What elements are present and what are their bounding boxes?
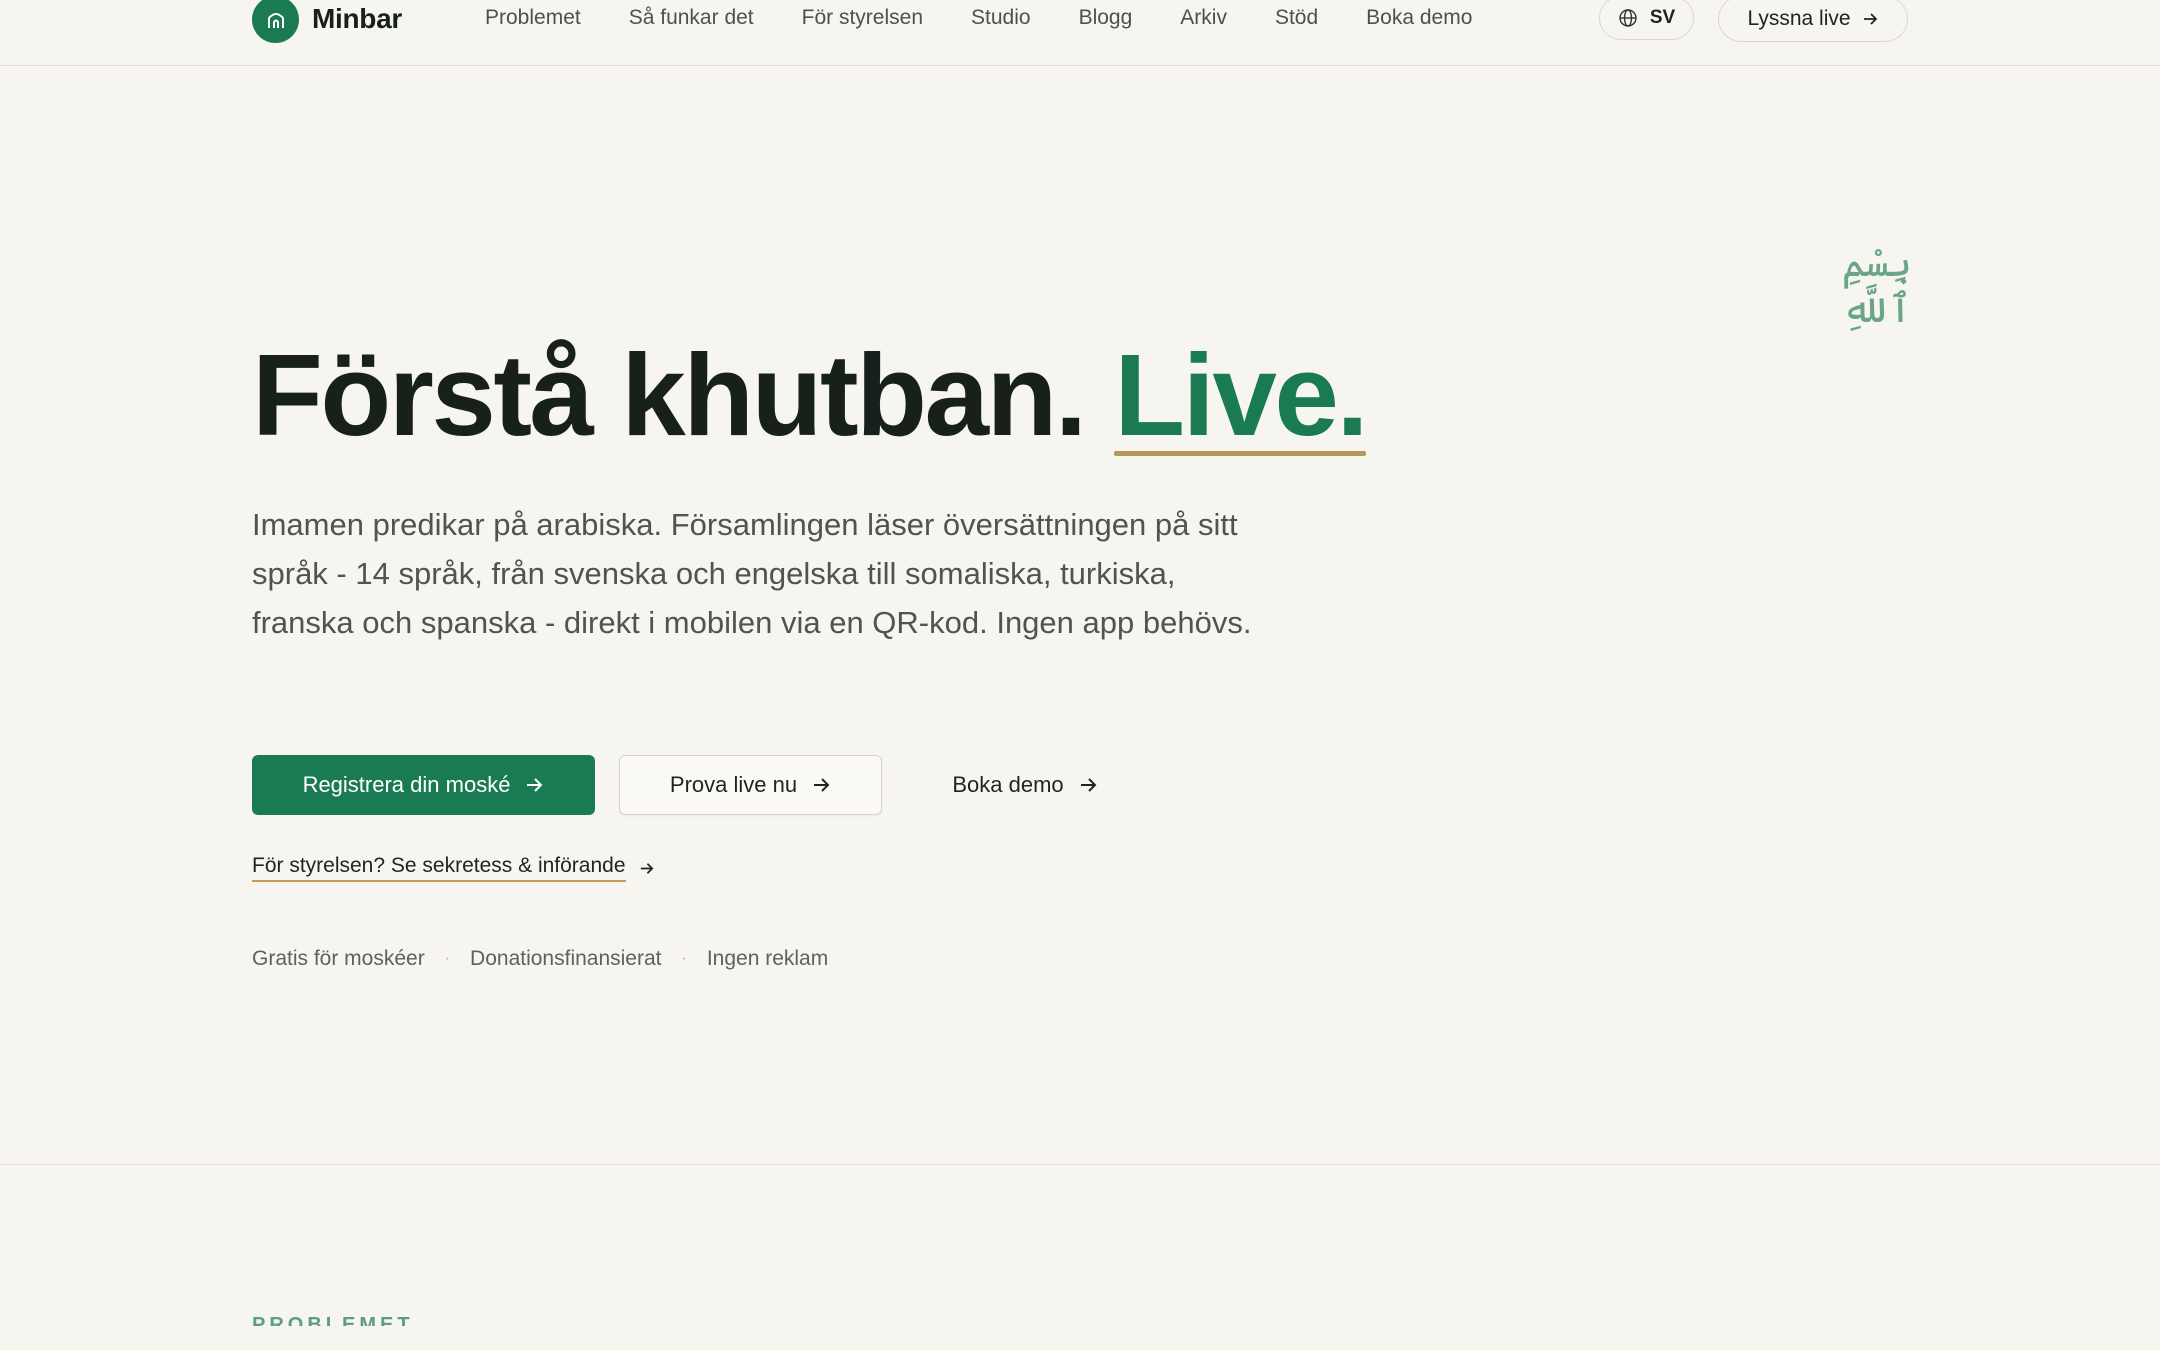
language-code: SV <box>1649 7 1676 28</box>
arrow-right-icon <box>527 778 543 792</box>
nav-link-for-styrelsen[interactable]: För styrelsen <box>802 6 923 30</box>
hero-title-main: Förstå khutban. <box>252 330 1087 460</box>
section-label-problemet: PROBLEMET <box>252 1310 414 1326</box>
mosque-door-icon <box>252 0 299 43</box>
feature-item: Donationsfinansierat <box>470 947 662 970</box>
nav-link-problemet[interactable]: Problemet <box>485 6 581 30</box>
arrow-right-icon <box>640 862 653 874</box>
hero-title-accent: Live. <box>1114 330 1369 460</box>
try-live-label: Prova live nu <box>669 772 798 797</box>
try-live-button[interactable]: Prova live nu <box>619 755 882 815</box>
board-privacy-label: För styrelsen? Se sekretess & införande <box>252 854 626 882</box>
hero-title: Förstå khutban. Live. <box>252 330 1369 460</box>
section-label-text: PROBLEMET <box>252 1314 414 1326</box>
nav-link-studio[interactable]: Studio <box>971 6 1031 30</box>
section-divider <box>0 1164 2160 1165</box>
language-switcher[interactable]: SV <box>1599 0 1694 40</box>
brand-logo[interactable]: Minbar <box>252 0 402 43</box>
feature-item: Ingen reklam <box>706 947 829 970</box>
listen-live-label: Lyssna live <box>1747 7 1851 30</box>
page: Minbar Problemet Så funkar det För styre… <box>0 0 2160 1350</box>
listen-live-button[interactable]: Lyssna live <box>1718 0 1908 42</box>
nav-link-blogg[interactable]: Blogg <box>1079 6 1133 30</box>
main-nav: Problemet Så funkar det För styrelsen St… <box>485 2 1472 34</box>
site-header: Minbar Problemet Så funkar det För styre… <box>0 0 2160 66</box>
nav-link-boka-demo[interactable]: Boka demo <box>1366 6 1472 30</box>
brand-name: Minbar <box>312 3 402 34</box>
feature-list: Gratis för moskéer · Donationsfinansiera… <box>252 944 828 974</box>
arrow-right-icon <box>1080 778 1097 792</box>
feature-item: Gratis för moskéer <box>252 947 425 970</box>
bismillah-calligraphy: بِسْمِ ٱللَّهِ <box>1841 240 1912 332</box>
book-demo-label: Boka demo <box>952 772 1064 797</box>
feature-separator: · <box>681 950 687 967</box>
nav-link-arkiv[interactable]: Arkiv <box>1180 6 1227 30</box>
nav-link-stod[interactable]: Stöd <box>1275 6 1318 30</box>
hero-description: Imamen predikar på arabiska. Församlinge… <box>252 507 1252 640</box>
arrow-right-icon <box>814 778 830 792</box>
register-mosque-button[interactable]: Registrera din moské <box>252 755 595 815</box>
arrow-right-icon <box>1863 13 1877 25</box>
globe-icon <box>1619 9 1637 27</box>
register-mosque-label: Registrera din moské <box>302 772 511 797</box>
nav-link-sa-funkar-det[interactable]: Så funkar det <box>629 6 754 30</box>
feature-separator: · <box>444 950 451 967</box>
board-privacy-link[interactable]: För styrelsen? Se sekretess & införande <box>252 852 655 884</box>
book-demo-button[interactable]: Boka demo <box>930 755 1120 815</box>
